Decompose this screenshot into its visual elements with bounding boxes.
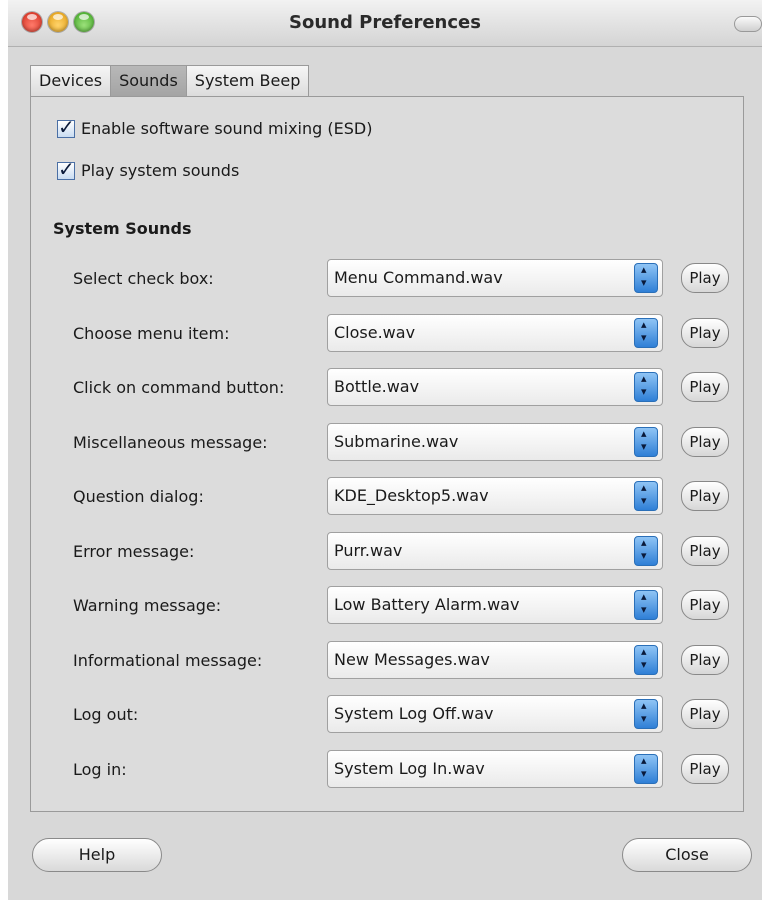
close-button[interactable]: Close — [622, 838, 752, 872]
play-button[interactable]: Play — [681, 590, 729, 620]
tab-devices[interactable]: Devices — [30, 65, 112, 96]
sound-row: Click on command button: Bottle.wav Play — [31, 368, 743, 406]
sound-select-value: Menu Command.wav — [334, 268, 503, 287]
play-button[interactable]: Play — [681, 426, 729, 457]
sound-event-label: Error message: — [73, 541, 195, 561]
sound-row: Informational message: New Messages.wav Pl… — [31, 640, 743, 679]
sound-event-label: Log in: — [73, 759, 127, 779]
sound-row: Log out: System Log Off.wav Play — [31, 695, 743, 733]
sounds-panel: Enable software sound mixing (ESD) Play … — [30, 96, 744, 812]
sound-event-label: Log out: — [73, 705, 139, 724]
sound-event-label: Informational message: — [73, 650, 263, 670]
select-arrows-icon[interactable] — [634, 263, 658, 293]
system-sounds-label: Play system sounds — [81, 161, 240, 180]
sound-select[interactable]: System Log In.wav — [327, 749, 663, 788]
sound-row: Question dialog: KDE_Desktop5.wav Play — [31, 477, 743, 515]
select-arrows-icon[interactable] — [634, 590, 658, 620]
play-button[interactable]: Play — [681, 753, 729, 784]
sound-select[interactable]: Close.wav — [327, 313, 663, 352]
sound-event-label: Choose menu item: — [73, 323, 230, 343]
select-arrows-icon[interactable] — [634, 372, 658, 402]
tab-system-beep[interactable]: System Beep — [185, 65, 310, 96]
select-arrows-icon[interactable] — [634, 644, 658, 675]
sound-select-value: Submarine.wav — [334, 431, 459, 451]
section-title: System Sounds — [53, 219, 192, 238]
sound-row: Log in: System Log In.wav Play — [31, 749, 743, 788]
sound-select[interactable]: Submarine.wav — [327, 422, 663, 461]
sound-select[interactable]: KDE_Desktop5.wav — [327, 477, 663, 515]
sound-row: Warning message: Low Battery Alarm.wav Pla… — [31, 586, 743, 624]
select-arrows-icon[interactable] — [634, 535, 658, 566]
toolbar-toggle-icon[interactable] — [734, 16, 762, 32]
sound-select-value: KDE_Desktop5.wav — [334, 486, 489, 505]
tab-bar: Devices Sounds System Beep — [30, 65, 310, 97]
sound-select[interactable]: Purr.wav — [327, 531, 663, 570]
esd-checkbox[interactable] — [57, 115, 75, 139]
sound-row: Error message: Purr.wav Play — [31, 531, 743, 570]
sound-event-label: Question dialog: — [73, 487, 204, 506]
sound-select-value: Close.wav — [334, 322, 416, 342]
play-button[interactable]: Play — [681, 481, 729, 511]
sound-select[interactable]: Bottle.wav — [327, 368, 663, 406]
play-button[interactable]: Play — [681, 317, 729, 348]
tab-sounds[interactable]: Sounds — [110, 65, 187, 96]
play-button[interactable]: Play — [681, 535, 729, 566]
select-arrows-icon[interactable] — [634, 317, 658, 348]
select-arrows-icon[interactable] — [634, 699, 658, 729]
system-sounds-checkbox[interactable] — [57, 157, 75, 181]
sound-select-value: New Messages.wav — [334, 649, 490, 669]
sound-event-label: Miscellaneous message: — [73, 432, 268, 452]
sound-select-value: System Log Off.wav — [334, 704, 494, 723]
sound-select-value: Purr.wav — [334, 540, 403, 560]
sound-select[interactable]: Low Battery Alarm.wav — [327, 586, 663, 624]
esd-option[interactable]: Enable software sound mixing (ESD) — [57, 115, 373, 139]
sound-event-label: Click on command button: — [73, 378, 285, 397]
sound-event-label: Warning message: — [73, 596, 222, 615]
play-button[interactable]: Play — [681, 263, 729, 293]
sound-select[interactable]: New Messages.wav — [327, 640, 663, 679]
sound-row: Choose menu item: Close.wav Play — [31, 313, 743, 352]
sound-row: Miscellaneous message: Submarine.wav Play — [31, 422, 743, 461]
sound-select-value: System Log In.wav — [334, 758, 485, 778]
select-arrows-icon[interactable] — [634, 426, 658, 457]
esd-label: Enable software sound mixing (ESD) — [81, 119, 373, 138]
help-button[interactable]: Help — [32, 838, 162, 872]
play-button[interactable]: Play — [681, 699, 729, 729]
sound-row: Select check box: Menu Command.wav Play — [31, 259, 743, 297]
sound-preferences-window: Sound Preferences Devices Sounds System … — [8, 0, 762, 900]
window-title: Sound Preferences — [289, 12, 481, 33]
system-sounds-option[interactable]: Play system sounds — [57, 157, 240, 181]
sound-select-value: Low Battery Alarm.wav — [334, 595, 520, 614]
sound-select-value: Bottle.wav — [334, 377, 420, 396]
play-button[interactable]: Play — [681, 372, 729, 402]
title-bar: Sound Preferences — [8, 0, 762, 47]
sound-event-label: Select check box: — [73, 269, 214, 288]
select-arrows-icon[interactable] — [634, 481, 658, 511]
sound-select[interactable]: System Log Off.wav — [327, 695, 663, 733]
select-arrows-icon[interactable] — [634, 753, 658, 784]
play-button[interactable]: Play — [681, 644, 729, 675]
sound-select[interactable]: Menu Command.wav — [327, 259, 663, 297]
